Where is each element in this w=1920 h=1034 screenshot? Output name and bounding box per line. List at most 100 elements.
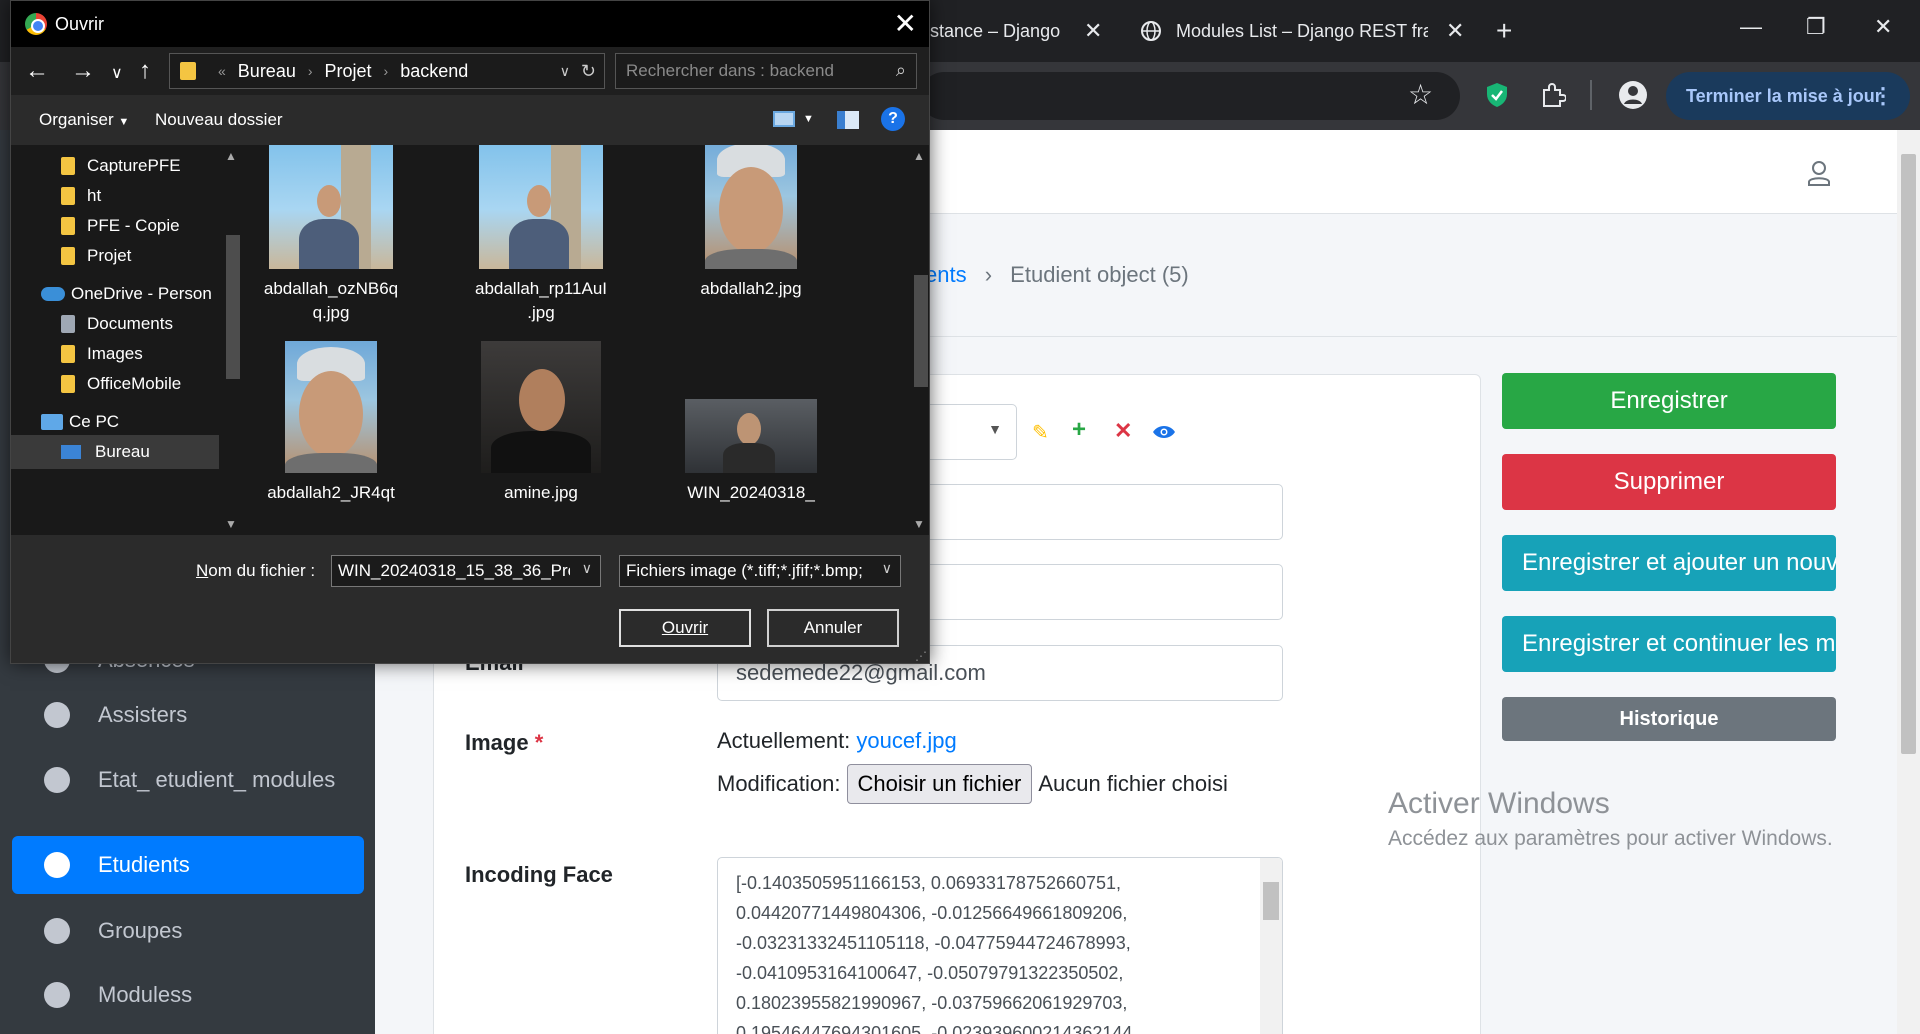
forward-arrow-icon[interactable]: → [71, 57, 95, 85]
add-plus-icon[interactable]: + [1072, 416, 1086, 444]
tree-item-onedrive[interactable]: OneDrive - Person [11, 277, 243, 311]
file-item[interactable]: abdallah2.jpg [651, 145, 851, 301]
dialog-search-input[interactable]: Rechercher dans : backend ⌕ [615, 53, 917, 89]
tree-item-ce-pc[interactable]: Ce PC [11, 405, 243, 439]
up-arrow-icon[interactable]: ↑ [139, 57, 151, 85]
current-image: Actuellement: youcef.jpg [717, 728, 957, 754]
breadcrumb-link[interactable]: ents [925, 262, 967, 287]
edit-pencil-icon[interactable]: ✎ [1032, 420, 1049, 445]
extensions-puzzle-icon[interactable] [1540, 82, 1566, 108]
encoding-line: [-0.1403505951166153, 0.0693317875266075… [736, 873, 1122, 893]
folder-icon [180, 62, 196, 80]
save-and-add-button[interactable]: Enregistrer et ajouter un nouveau [1502, 535, 1836, 591]
sidebar-item-groupes[interactable]: Groupes [12, 902, 364, 960]
path-item[interactable]: backend [400, 61, 468, 82]
file-item[interactable]: WIN_20240318_ [651, 341, 851, 505]
scroll-up-icon[interactable]: ▲ [225, 149, 237, 163]
kebab-menu-icon[interactable]: ⋮ [1872, 83, 1894, 109]
tree-item-documents[interactable]: Documents [11, 307, 243, 341]
delete-button[interactable]: Supprimer [1502, 454, 1836, 510]
file-item[interactable]: abdallah2_JR4qt [243, 341, 431, 505]
dialog-title: Ouvrir [55, 13, 104, 34]
scrollbar-thumb[interactable] [914, 275, 928, 387]
encoding-textarea[interactable]: [-0.1403505951166153, 0.0693317875266075… [717, 857, 1283, 1034]
chevron-down-icon[interactable]: ∨ [582, 560, 592, 577]
sidebar-item-moduless[interactable]: Moduless [12, 966, 364, 1024]
tree-item-label: Bureau [95, 442, 150, 461]
scrollbar-thumb[interactable] [1901, 154, 1916, 754]
file-item[interactable]: abdallah_ozNB6q q.jpg [243, 145, 431, 325]
sidebar-item-assisters[interactable]: Assisters [12, 686, 364, 744]
cancel-button[interactable]: Annuler [767, 609, 899, 647]
current-image-link[interactable]: youcef.jpg [856, 728, 956, 753]
tree-scrollbar[interactable]: ▲ ▼ [223, 145, 243, 535]
scroll-up-icon[interactable]: ▲ [913, 149, 925, 163]
encoding-label: Incoding Face [465, 862, 613, 887]
tree-item-label: OfficeMobile [87, 374, 182, 393]
tree-item-pfe-copie[interactable]: PFE - Copie [11, 209, 243, 243]
chevron-down-icon[interactable]: ∨ [882, 560, 892, 577]
file-name: amine.jpg [504, 483, 578, 502]
tab-close-icon[interactable]: ✕ [1084, 18, 1102, 44]
minimize-icon[interactable]: — [1740, 14, 1762, 40]
preview-pane-icon[interactable] [837, 111, 859, 129]
view-mode-icon[interactable] [773, 111, 795, 127]
scroll-down-icon[interactable]: ▼ [913, 517, 925, 531]
page-scrollbar[interactable] [1897, 130, 1920, 1034]
files-scrollbar[interactable]: ▲ ▼ [911, 145, 929, 535]
open-button[interactable]: Ouvrir [619, 609, 751, 647]
back-arrow-icon[interactable]: ← [25, 57, 49, 85]
restore-icon[interactable]: ❐ [1806, 14, 1826, 40]
delete-x-icon[interactable]: ✕ [1114, 418, 1132, 444]
new-tab-button[interactable]: + [1496, 10, 1512, 52]
recent-chevron-icon[interactable]: ∨ [111, 63, 123, 83]
tab-modules-list[interactable]: Modules List – Django REST fra ✕ [1140, 10, 1472, 52]
new-folder-button[interactable]: Nouveau dossier [155, 110, 283, 130]
textarea-scrollbar[interactable] [1260, 858, 1282, 1034]
window-close-icon[interactable]: ✕ [1874, 14, 1892, 40]
view-dropdown-icon[interactable]: ▼ [803, 113, 814, 125]
choose-file-button[interactable]: Choisir un fichier [846, 764, 1033, 804]
save-and-continue-button[interactable]: Enregistrer et continuer les modificatio… [1502, 616, 1836, 672]
save-button[interactable]: Enregistrer [1502, 373, 1836, 429]
help-icon[interactable]: ? [881, 107, 905, 131]
path-item[interactable]: Bureau [238, 61, 296, 82]
file-item[interactable]: abdallah_rp11AuI .jpg [441, 145, 641, 325]
tree-item-capturepfe[interactable]: CapturePFE [11, 149, 243, 183]
scrollbar-thumb[interactable] [226, 235, 240, 379]
organize-button[interactable]: Organiser ▼ [39, 110, 129, 130]
tree-item-bureau[interactable]: Bureau [11, 435, 219, 469]
dialog-close-icon[interactable]: ✕ [894, 7, 917, 40]
view-eye-icon[interactable] [1152, 424, 1176, 440]
scrollbar-thumb[interactable] [1263, 882, 1279, 920]
bookmark-star-icon[interactable]: ☆ [1408, 78, 1433, 111]
shield-extension-icon[interactable] [1486, 82, 1508, 108]
tree-item-officemobile[interactable]: OfficeMobile [11, 367, 243, 401]
computer-icon [41, 414, 63, 430]
file-item[interactable]: amine.jpg [441, 341, 641, 505]
path-item[interactable]: Projet [325, 61, 372, 82]
history-button[interactable]: Historique [1502, 697, 1836, 741]
resize-grip-icon[interactable]: ⋰ [915, 649, 927, 663]
scroll-down-icon[interactable]: ▼ [225, 517, 237, 531]
tree-item-ht[interactable]: ht [11, 179, 243, 213]
tree-item-projet[interactable]: Projet [11, 239, 243, 273]
tab-close-icon[interactable]: ✕ [1446, 18, 1464, 44]
finish-update-button[interactable]: Terminer la mise à jour ⋮ [1666, 72, 1910, 120]
sidebar-item-etudients[interactable]: Etudients [12, 836, 364, 894]
profile-avatar-icon[interactable] [1618, 80, 1648, 110]
filetype-select[interactable]: Fichiers image (*.tiff;*.jfif;*.bmp; ∨ [619, 555, 901, 587]
filename-combobox[interactable]: WIN_20240318_15_38_36_Pro ∨ [331, 555, 601, 587]
current-prefix: Actuellement: [717, 728, 851, 753]
refresh-icon[interactable]: ↻ [581, 61, 596, 82]
tree-item-images[interactable]: Images [11, 337, 243, 371]
photo-thumbnail [269, 145, 393, 269]
sidebar-item-etat-etudient-modules[interactable]: Etat_ etudient_ modules [12, 751, 364, 809]
user-icon[interactable] [1807, 160, 1831, 186]
path-breadcrumb[interactable]: « Bureau › Projet › backend ∨ ↻ [169, 53, 605, 89]
dialog-navbar: ← → ∨ ↑ « Bureau › Projet › backend ∨ ↻ … [11, 47, 929, 95]
photo-thumbnail [481, 341, 601, 473]
address-bar[interactable] [920, 72, 1460, 120]
path-dropdown-icon[interactable]: ∨ [560, 63, 570, 80]
dialog-commandbar: Organiser ▼ Nouveau dossier ▼ ? [11, 95, 929, 145]
